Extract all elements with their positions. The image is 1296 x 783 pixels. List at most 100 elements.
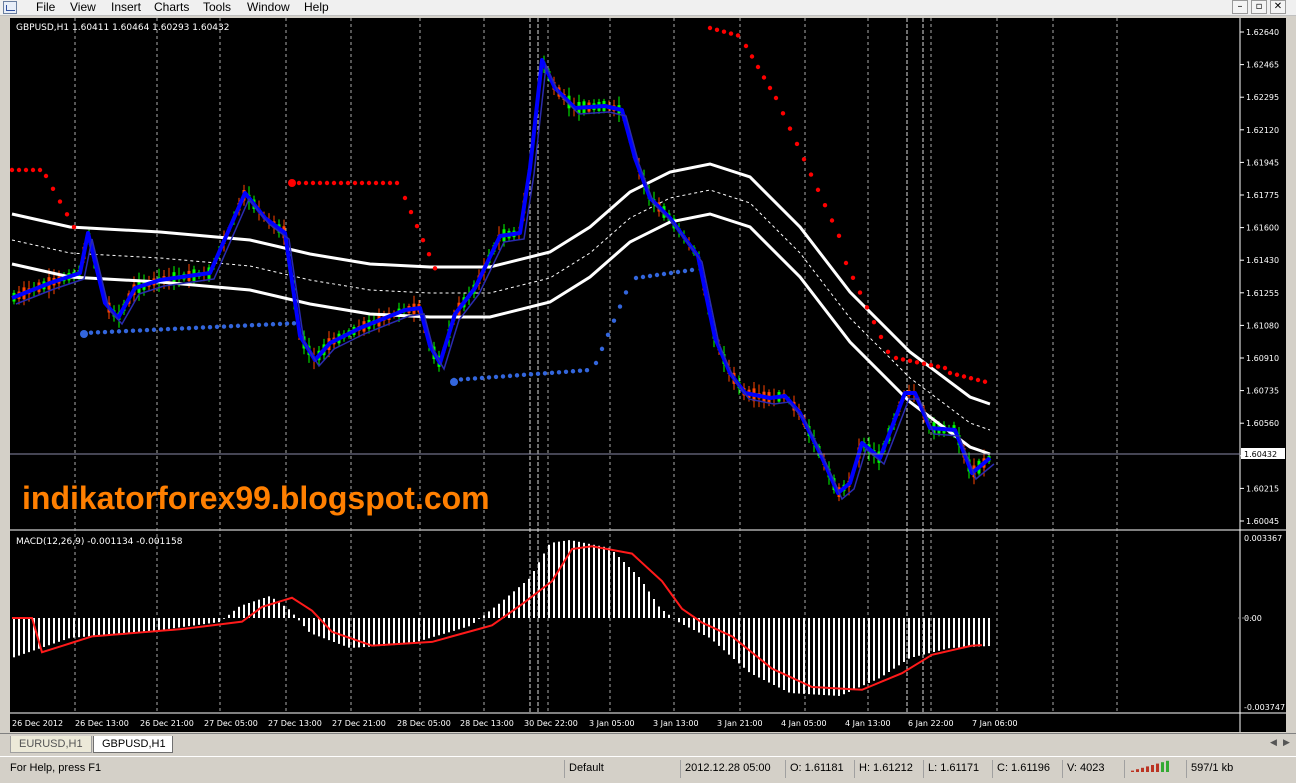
time-label: 27 Dec 21:00 xyxy=(332,719,386,728)
sar-dot-blue xyxy=(88,330,94,335)
macd-bar xyxy=(828,618,830,696)
sar-dot-red xyxy=(366,180,372,186)
price-label: 1.60560 xyxy=(1246,419,1279,428)
sar-dot-red xyxy=(338,180,344,186)
sar-dot-red xyxy=(71,224,77,230)
sar-dot-red xyxy=(331,180,337,186)
sar-dot-red xyxy=(871,319,877,325)
macd-bar xyxy=(278,602,280,618)
help-text: For Help, press F1 xyxy=(10,762,102,774)
sar-dot-blue xyxy=(661,271,667,277)
sar-dot-blue xyxy=(277,321,283,327)
sar-dot-blue xyxy=(186,325,192,331)
time-label: 26 Dec 13:00 xyxy=(75,719,129,728)
macd-bar xyxy=(88,618,90,637)
sar-dot-blue xyxy=(207,324,213,330)
time-label: 28 Dec 05:00 xyxy=(397,719,451,728)
chart-window[interactable]: 1.62640 1.62465 1.62295 1.62120 1.61945 1.617… xyxy=(10,18,1286,732)
sar-dot-blue xyxy=(165,326,171,332)
macd-bar xyxy=(93,618,95,636)
sar-dot-red xyxy=(420,237,426,243)
macd-bar xyxy=(488,611,490,618)
macd-bar xyxy=(333,618,335,642)
sar-dot-blue xyxy=(605,332,611,337)
sar-dot-red xyxy=(743,43,749,49)
sar-dot-blue xyxy=(633,275,639,281)
macd-bar xyxy=(548,544,550,618)
macd-bar xyxy=(108,618,110,635)
sar-dot-red xyxy=(345,180,351,186)
macd-bar xyxy=(658,606,660,618)
macd-bar xyxy=(718,618,720,646)
macd-bar xyxy=(968,618,970,648)
sar-dot-red xyxy=(10,167,15,173)
macd-bar xyxy=(223,618,225,619)
sar-dot-red xyxy=(16,167,22,173)
macd-bar xyxy=(213,618,215,623)
macd-bar xyxy=(58,618,60,642)
macd-bar xyxy=(263,598,265,618)
profile-name: Default xyxy=(564,760,604,778)
macd-bar xyxy=(863,618,865,686)
chart-tabs: EURUSD,H1 GBPUSD,H1 ◀ ▶ xyxy=(0,733,1296,753)
macd-bar xyxy=(973,618,975,647)
time-label: 26 Dec 2012 xyxy=(12,719,63,728)
sar-dot-red xyxy=(735,33,741,38)
macd-bar xyxy=(123,618,125,634)
menu-file[interactable]: File xyxy=(36,1,55,14)
signal-bar xyxy=(1141,767,1144,772)
menu-view[interactable]: View xyxy=(70,1,96,14)
price-label: 1.62465 xyxy=(1246,61,1279,70)
macd-bar xyxy=(53,618,55,644)
sar-dot-blue xyxy=(472,376,478,381)
sar-dot-blue xyxy=(528,372,534,377)
price-label: 1.61600 xyxy=(1246,224,1279,233)
chart-canvas[interactable]: 1.62640 1.62465 1.62295 1.62120 1.61945 1.617… xyxy=(10,18,1286,732)
app-icon[interactable] xyxy=(3,1,17,14)
macd-bar xyxy=(308,618,310,632)
macd-bar xyxy=(73,618,75,638)
macd-bar xyxy=(583,542,585,618)
macd-bar xyxy=(438,618,440,636)
menu-window[interactable]: Window xyxy=(247,1,290,14)
scroll-left-icon[interactable]: ◀ xyxy=(1270,738,1277,748)
sar-dot-blue xyxy=(263,322,269,327)
restore-icon[interactable]: ▫ xyxy=(1251,0,1267,14)
minimize-icon[interactable]: – xyxy=(1232,0,1248,14)
macd-bar xyxy=(838,618,840,696)
sar-dot-blue xyxy=(465,376,471,382)
macd-bar xyxy=(598,545,600,618)
sar-dot-red xyxy=(954,372,960,377)
macd-bar xyxy=(768,618,770,683)
macd-bar xyxy=(833,618,835,696)
macd-bar xyxy=(868,618,870,683)
menu-help[interactable]: Help xyxy=(304,1,329,14)
sar-dot-red xyxy=(721,29,727,34)
sar-dot-blue xyxy=(599,346,605,352)
macd-bar xyxy=(403,618,405,645)
sar-dot-blue xyxy=(675,269,681,275)
tab-eurusd[interactable]: EURUSD,H1 xyxy=(10,736,92,753)
menu-tools[interactable]: Tools xyxy=(203,1,231,14)
scroll-right-icon[interactable]: ▶ xyxy=(1283,738,1290,748)
sar-dot-red xyxy=(714,27,720,33)
sar-dot-red xyxy=(402,195,408,201)
macd-bar xyxy=(148,618,150,631)
sar-dot-red xyxy=(755,64,761,70)
sar-dot-red xyxy=(857,290,863,295)
sar-dot-blue xyxy=(221,324,227,329)
menu-charts[interactable]: Charts xyxy=(154,1,189,14)
sar-dot-red xyxy=(836,233,842,239)
sar-dot-red xyxy=(942,365,948,371)
bar-volume: V: 4023 xyxy=(1062,760,1105,778)
sar-dot-red xyxy=(907,358,913,364)
sar-dot-blue xyxy=(549,370,555,375)
macd-bar xyxy=(373,618,375,647)
close-icon[interactable]: ✕ xyxy=(1270,0,1286,14)
sar-dot-blue xyxy=(584,368,590,373)
sar-dot-red xyxy=(864,305,870,310)
tab-gbpusd[interactable]: GBPUSD,H1 xyxy=(93,736,173,753)
menu-insert[interactable]: Insert xyxy=(111,1,141,14)
time-label: 28 Dec 13:00 xyxy=(460,719,514,728)
macd-bar xyxy=(478,618,480,620)
